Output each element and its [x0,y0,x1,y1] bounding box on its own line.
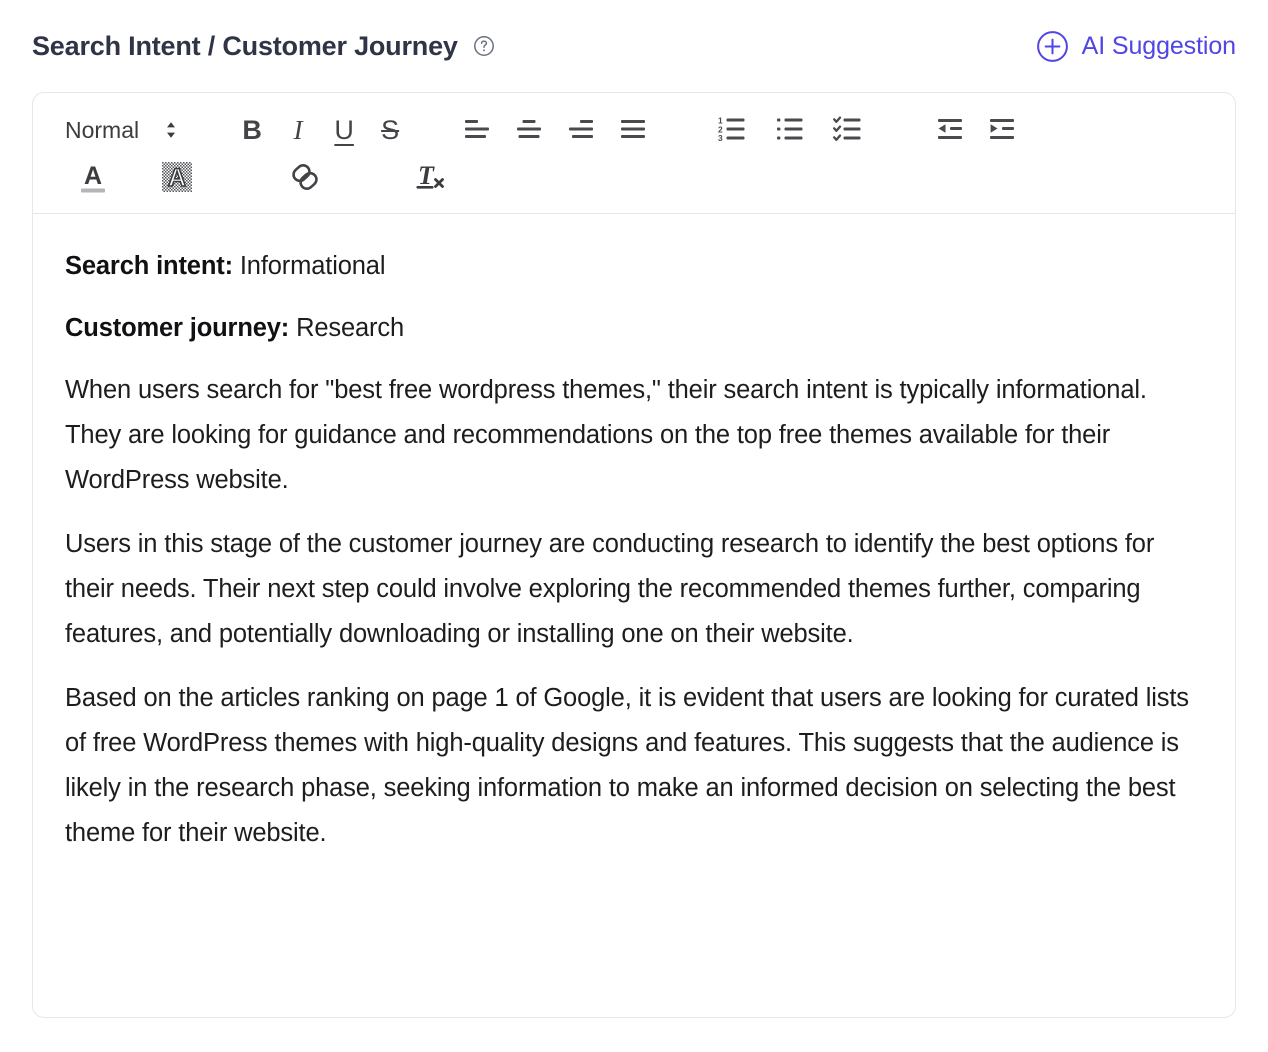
ordered-list-icon: 1 2 3 [717,115,751,146]
strikethrough-button[interactable]: S [367,110,413,150]
toolbar-row-primary: Normal B I U S 1 2 3 [53,107,1215,153]
svg-text:A: A [84,162,102,190]
indent-button[interactable] [977,110,1029,150]
background-color-icon: A A [159,159,195,198]
search-intent-label: Search intent: [65,252,233,280]
paragraph-body-1: When users search for "best free wordpre… [65,376,1147,494]
ai-suggestion-label: AI Suggestion [1081,31,1236,60]
align-center-button[interactable] [503,110,555,150]
align-justify-icon [618,116,648,145]
editor-toolbar: Normal B I U S 1 2 3 A A T [33,93,1235,214]
search-intent-panel: Search Intent / Customer Journey AI Sugg… [0,0,1268,1052]
toolbar-row-secondary: A A T [53,153,1215,201]
up-down-chevron-icon [163,118,179,142]
check-list-button[interactable] [821,115,879,146]
align-justify-button[interactable] [607,110,659,150]
style-select-value: Normal [65,116,140,143]
ordered-list-button[interactable]: 1 2 3 [705,110,763,150]
style-select[interactable]: Normal [53,110,183,150]
panel-header-left: Search Intent / Customer Journey [32,30,496,61]
panel-header: Search Intent / Customer Journey AI Sugg… [32,22,1236,70]
svg-text:T: T [418,161,435,190]
bullet-list-button[interactable] [763,115,821,146]
indent-icon [987,116,1019,145]
align-left-button[interactable] [451,110,503,150]
question-circle-icon[interactable] [472,34,496,58]
search-intent-value: Informational [232,252,386,280]
editor-content[interactable]: Search intent: Informational Customer jo… [33,214,1235,1017]
underline-button[interactable]: U [321,110,367,150]
page-title: Search Intent / Customer Journey [32,30,458,61]
paragraph-body-3: Based on the articles ranking on page 1 … [65,684,1189,847]
clear-formatting-icon: T [413,159,449,198]
svg-text:A: A [168,164,186,192]
bullet-list-icon [775,115,809,146]
text-color-icon: A [76,159,110,198]
bold-button[interactable]: B [229,110,275,150]
text-color-button[interactable]: A [63,156,123,200]
link-button[interactable] [277,156,333,200]
background-color-button[interactable]: A A [147,156,207,200]
customer-journey-label: Customer journey: [65,314,290,342]
svg-text:3: 3 [718,133,723,143]
outdent-button[interactable] [925,110,977,150]
ai-suggestion-button[interactable]: AI Suggestion [1036,30,1236,63]
paragraph-body-2: Users in this stage of the customer jour… [65,530,1155,648]
align-right-button[interactable] [555,110,607,150]
align-right-icon [566,116,596,145]
align-left-icon [462,116,492,145]
customer-journey-value: Research [289,314,405,342]
check-list-icon [833,115,867,146]
align-center-icon [514,116,544,145]
outdent-icon [935,116,967,145]
paragraph-customer-journey: Customer journey: Research [65,306,1205,351]
italic-button[interactable]: I [275,110,321,150]
link-icon [288,160,322,197]
paragraph-search-intent: Search intent: Informational [65,244,1205,289]
rich-text-editor: Normal B I U S 1 2 3 A A T Search intent… [32,92,1236,1018]
clear-formatting-button[interactable]: T [403,156,459,200]
plus-circle-icon [1036,30,1069,63]
